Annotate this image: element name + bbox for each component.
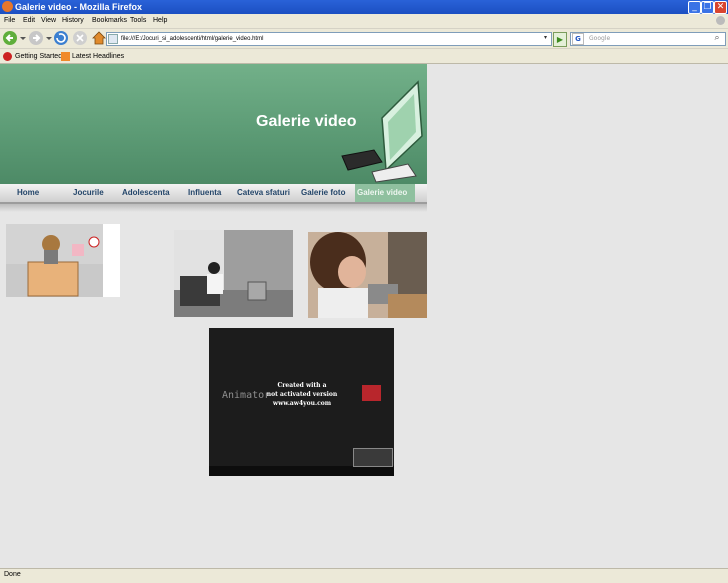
bookmark-latest-headlines[interactable]: Latest Headlines: [72, 51, 124, 63]
video-thumbnail-2[interactable]: [174, 230, 293, 317]
menu-history[interactable]: History: [62, 15, 84, 27]
getting-started-icon: [3, 52, 12, 61]
nav-influenta[interactable]: Influenta: [188, 188, 221, 198]
nav-galerie-foto[interactable]: Galerie foto: [301, 188, 345, 198]
video-thumbnail-3[interactable]: [308, 232, 427, 318]
menu-tools[interactable]: Tools: [130, 15, 146, 27]
back-button[interactable]: [2, 30, 28, 46]
nav-cateva-sfaturi[interactable]: Cateva sfaturi: [237, 188, 290, 198]
url-dropdown-icon[interactable]: ▾: [541, 33, 550, 43]
status-bar: [0, 568, 728, 583]
nav-galerie-video[interactable]: Galerie video: [357, 188, 407, 198]
page-icon: [108, 34, 118, 44]
menu-bookmarks[interactable]: Bookmarks: [92, 15, 127, 27]
menu-edit[interactable]: Edit: [23, 15, 35, 27]
search-engine-icon[interactable]: G: [572, 33, 584, 45]
nav-home[interactable]: Home: [17, 188, 39, 198]
maximize-button[interactable]: ❐: [701, 1, 714, 14]
watermark-logo-icon: [362, 385, 381, 401]
rss-icon: [61, 52, 70, 61]
corner-watermark-icon: [353, 448, 393, 467]
computer-illustration-icon: [341, 80, 423, 183]
go-button[interactable]: ▶: [553, 32, 567, 47]
home-button[interactable]: [91, 30, 107, 46]
nav-jocurile[interactable]: Jocurile: [73, 188, 104, 198]
menu-view[interactable]: View: [41, 15, 56, 27]
video-player-controls: [209, 466, 394, 476]
firefox-logo-icon: [2, 1, 13, 12]
nav-shadow: [0, 204, 427, 212]
search-input[interactable]: Google: [570, 32, 726, 46]
throbber-icon: [716, 16, 725, 25]
status-text: Done: [4, 571, 21, 578]
banner-title: Galerie video: [256, 113, 357, 130]
menu-file[interactable]: File: [4, 15, 15, 27]
window-title: Galerie video - Mozilla Firefox: [15, 2, 143, 12]
nav-adolescenta[interactable]: Adolescenta: [122, 188, 170, 198]
reload-button[interactable]: [53, 30, 69, 46]
close-button[interactable]: ✕: [714, 1, 727, 14]
address-bar[interactable]: file:///E:/Jocuri_si_adolescenti/html/ga…: [106, 32, 552, 46]
video-thumbnail-1[interactable]: [6, 224, 120, 297]
menu-help[interactable]: Help: [153, 15, 167, 27]
bookmark-getting-started[interactable]: Getting Started: [15, 51, 62, 63]
stop-button[interactable]: [72, 30, 88, 46]
search-go-icon[interactable]: ⌕: [711, 32, 723, 45]
minimize-button[interactable]: _: [688, 1, 701, 14]
forward-button[interactable]: [28, 30, 54, 46]
address-text: file:///E:/Jocuri_si_adolescenti/html/ga…: [121, 36, 264, 42]
